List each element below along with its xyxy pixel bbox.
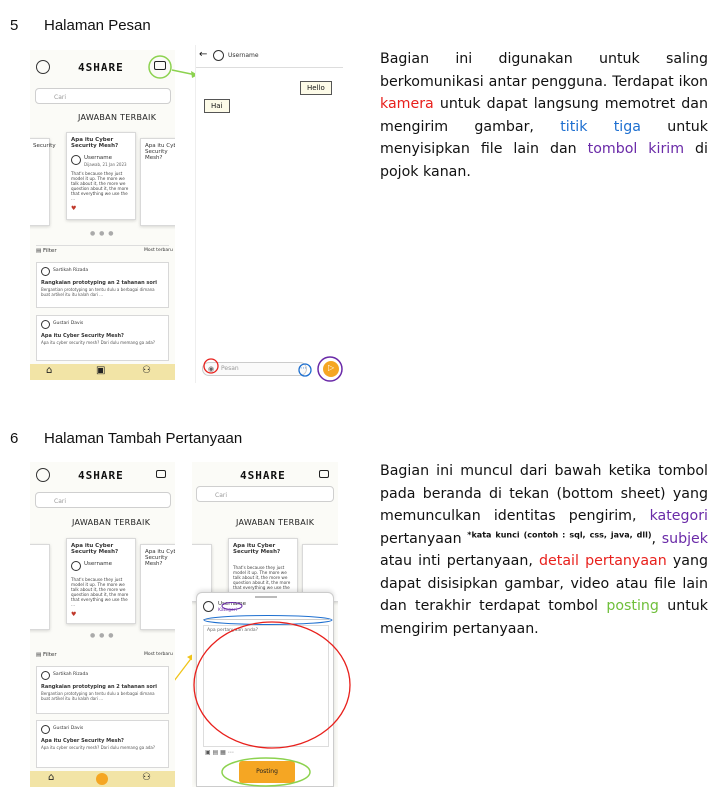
section-6-paragraph: Bagian ini muncul dari bawah ketika tomb… xyxy=(380,463,709,637)
detail-term: detail pertanyaan xyxy=(539,553,667,569)
subject-highlight xyxy=(203,615,333,625)
category-highlight xyxy=(221,602,243,610)
subjek-term: subjek xyxy=(661,530,708,547)
kata-kunci-note: *kata kunci (contoh : sql, css, java, dl… xyxy=(467,529,652,539)
posting-term: posting xyxy=(606,598,659,614)
annotations-layer xyxy=(193,602,351,787)
posting-highlight xyxy=(221,757,311,787)
kategori-term: kategori xyxy=(649,508,708,524)
detail-highlight xyxy=(193,621,351,749)
